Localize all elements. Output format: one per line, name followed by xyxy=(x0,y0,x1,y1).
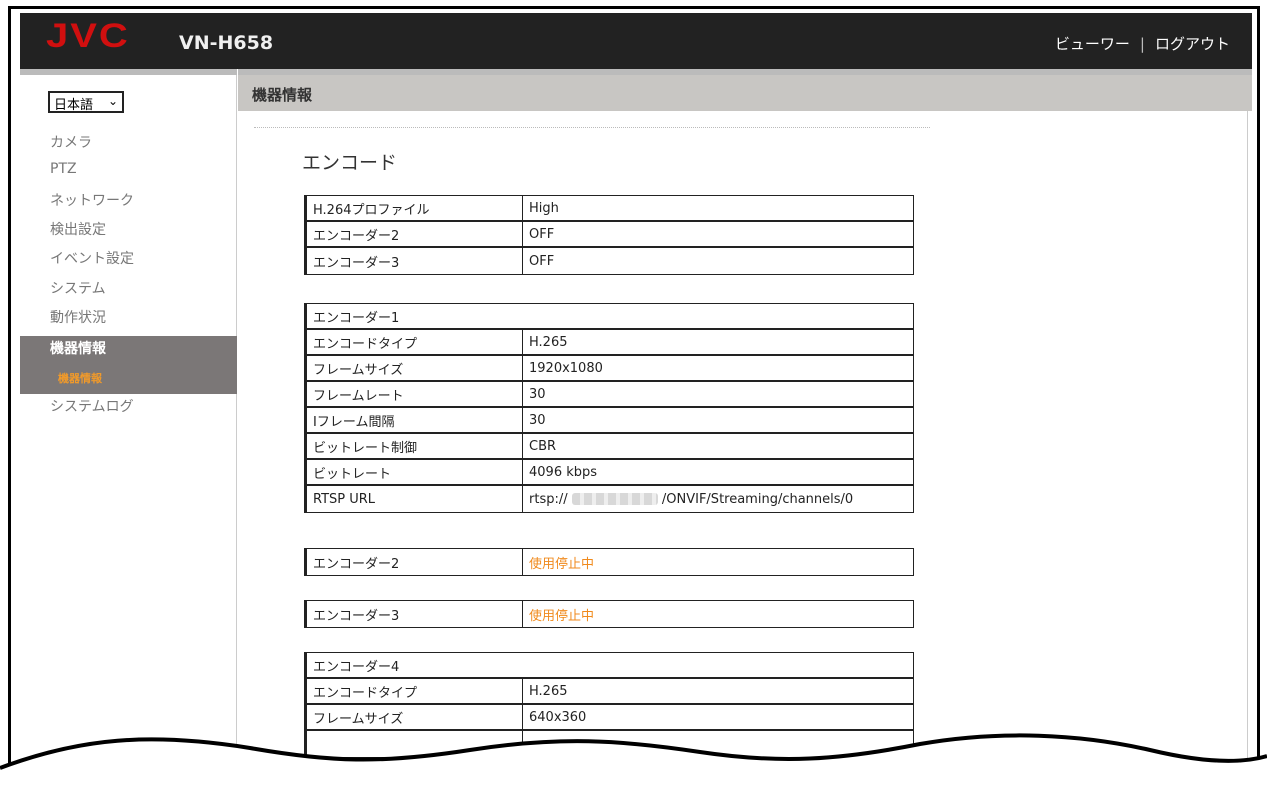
table-key: フレームサイズ xyxy=(307,356,523,382)
table-value: CBR xyxy=(523,434,913,460)
table-value: 30 xyxy=(523,382,913,408)
table-key: フレームサイズ xyxy=(307,705,523,731)
sidebar-item-network[interactable]: ネットワーク xyxy=(50,190,134,210)
table-key: エンコーダー3 xyxy=(307,248,523,274)
table-key: エンコーダー2 xyxy=(307,549,523,575)
table-key: エンコードタイプ xyxy=(307,679,523,705)
table-key: エンコーダー3 xyxy=(307,601,523,627)
encoder2-table: エンコーダー2 使用停止中 xyxy=(304,548,914,576)
table-key: ビットレート制御 xyxy=(307,434,523,460)
redacted-address xyxy=(571,493,658,505)
chevron-down-icon: ⌄ xyxy=(107,94,118,108)
table-key: エンコーダー2 xyxy=(307,222,523,248)
table-row: H.264プロファイル High xyxy=(307,196,913,222)
table-value: OFF xyxy=(529,253,555,269)
table-row: エンコーダー2 OFF xyxy=(307,222,913,248)
encoder3-table: エンコーダー3 使用停止中 xyxy=(304,600,914,628)
table-value: 4096 kbps xyxy=(523,460,913,486)
table-row: ビットレート 4096 kbps xyxy=(307,460,913,486)
sidebar-item-device-info[interactable]: 機器情報 機器情報 xyxy=(20,336,237,394)
table-value: H.265 xyxy=(523,679,913,705)
divider xyxy=(254,127,930,128)
table-row: エンコーダー2 使用停止中 xyxy=(307,549,913,575)
table-row: エンコーダー4 xyxy=(307,653,913,679)
table-value: OFF xyxy=(523,222,913,248)
table-row: フレームサイズ 1920x1080 xyxy=(307,356,913,382)
status-value: 使用停止中 xyxy=(529,556,595,572)
table-key: H.264プロファイル xyxy=(307,196,523,222)
model-name: VN-H658 xyxy=(179,32,274,54)
table-row: RTSP URL rtsp:// /ONVIF/Streaming/channe… xyxy=(307,486,913,512)
app-header: JVC VN-H658 ビューワー | ログアウト xyxy=(20,13,1252,69)
table-row: エンコーダー3 使用停止中 xyxy=(307,601,913,627)
viewer-link[interactable]: ビューワー xyxy=(1055,35,1130,53)
table-row: エンコーダー3 OFF xyxy=(307,248,913,274)
sidebar-subitem-device-info[interactable]: 機器情報 xyxy=(58,370,102,386)
language-select[interactable]: 日本語 ⌄ xyxy=(48,91,124,113)
table-row: フレームレート 30 xyxy=(307,382,913,408)
rtsp-url: rtsp:// /ONVIF/Streaming/channels/0 xyxy=(523,486,913,512)
sidebar-item-system-log[interactable]: システムログ xyxy=(50,396,134,416)
top-nav: ビューワー | ログアウト xyxy=(1055,33,1230,54)
page-title: 機器情報 xyxy=(252,86,313,104)
section-title: エンコード xyxy=(302,152,398,174)
table-row: フレームサイズ 640x360 xyxy=(307,705,913,731)
logout-link[interactable]: ログアウト xyxy=(1155,35,1230,53)
status-value: 使用停止中 xyxy=(529,608,595,624)
sidebar-item-event[interactable]: イベント設定 xyxy=(50,248,134,268)
jvc-logo: JVC xyxy=(46,17,130,55)
table-key: RTSP URL xyxy=(307,486,523,512)
sidebar: 日本語 ⌄ カメラ PTZ ネットワーク 検出設定 イベント設定 システム 動作… xyxy=(20,69,237,805)
table-value: H.265 xyxy=(523,330,913,356)
rtsp-prefix: rtsp:// xyxy=(529,491,568,507)
table-header: エンコーダー1 xyxy=(307,304,913,330)
language-select-value: 日本語 xyxy=(54,98,94,113)
encoder1-table: エンコーダー1 エンコードタイプ H.265 フレームサイズ 1920x1080 フ… xyxy=(304,303,914,513)
table-value: 1920x1080 xyxy=(523,356,913,382)
rtsp-suffix: /ONVIF/Streaming/channels/0 xyxy=(661,491,854,507)
table-row: ビットレート制御 CBR xyxy=(307,434,913,460)
sidebar-top-bar xyxy=(20,69,237,75)
table-row: Iフレーム間隔 30 xyxy=(307,408,913,434)
general-table: H.264プロファイル High エンコーダー2 OFF エンコーダー3 OFF xyxy=(304,195,914,275)
content-area: エンコード H.264プロファイル High エンコーダー2 OFF エンコーダー3… xyxy=(238,111,1248,805)
content-title-bar: 機器情報 xyxy=(238,69,1252,111)
table-value: 30 xyxy=(523,408,913,434)
table-key: フレームレート xyxy=(307,382,523,408)
table-key: ビットレート xyxy=(307,460,523,486)
table-key: エンコードタイプ xyxy=(307,330,523,356)
sidebar-item-status[interactable]: 動作状況 xyxy=(50,307,106,327)
sidebar-item-ptz[interactable]: PTZ xyxy=(50,161,77,177)
sidebar-item-device-info-label: 機器情報 xyxy=(50,341,106,357)
table-header: エンコーダー4 xyxy=(307,653,913,679)
table-row: エンコーダー1 xyxy=(307,304,913,330)
sidebar-item-system[interactable]: システム xyxy=(50,278,106,298)
table-key: Iフレーム間隔 xyxy=(307,408,523,434)
table-value: High xyxy=(523,196,913,222)
torn-edge xyxy=(0,733,1267,812)
nav-separator: | xyxy=(1139,35,1145,53)
sidebar-item-camera[interactable]: カメラ xyxy=(50,132,92,152)
table-value: 640x360 xyxy=(523,705,913,731)
table-row: エンコードタイプ H.265 xyxy=(307,679,913,705)
sidebar-item-detection[interactable]: 検出設定 xyxy=(50,219,106,239)
table-row: エンコードタイプ H.265 xyxy=(307,330,913,356)
